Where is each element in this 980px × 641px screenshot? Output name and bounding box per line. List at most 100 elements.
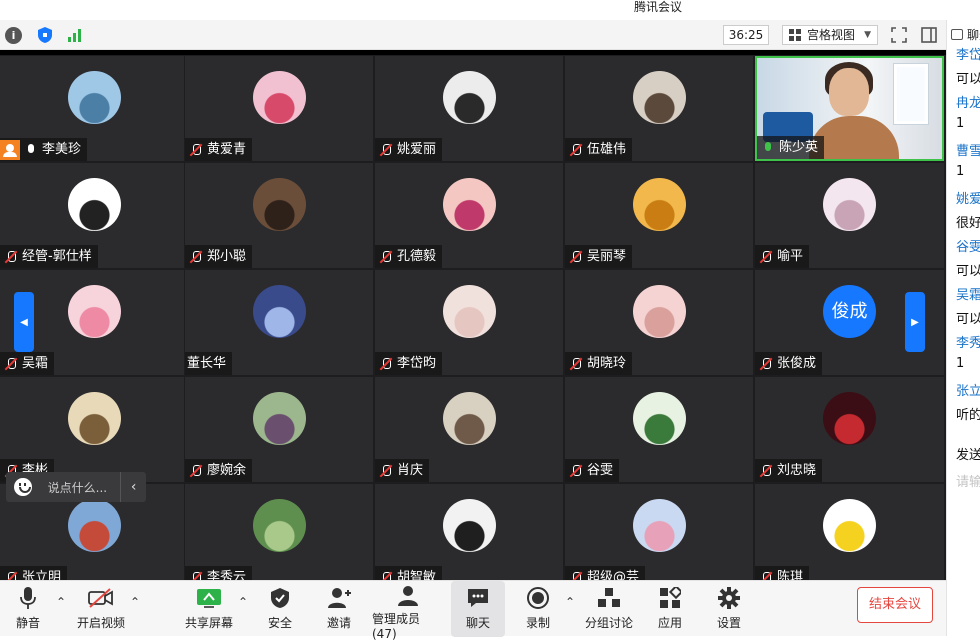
- share-screen-button[interactable]: 共享屏幕: [184, 581, 234, 637]
- participant-tile[interactable]: 黄爱青: [185, 56, 373, 161]
- record-button[interactable]: 录制: [522, 581, 554, 637]
- chat-bubble-icon: [465, 585, 491, 611]
- avatar: [633, 392, 686, 445]
- participant-tile[interactable]: 喻平: [755, 163, 944, 268]
- chevron-up-icon[interactable]: ⌃: [238, 595, 248, 609]
- avatar: [68, 392, 121, 445]
- mute-button[interactable]: 静音: [6, 581, 50, 637]
- breakout-label: 分组讨论: [584, 616, 633, 630]
- manage-members-label: 管理成员(47): [372, 612, 421, 641]
- participant-nameplate: 李秀云: [185, 566, 253, 580]
- chat-message: 1: [956, 356, 965, 371]
- apps-button[interactable]: 应用: [654, 581, 686, 637]
- settings-button[interactable]: 设置: [713, 581, 745, 637]
- mic-muted-icon: [4, 571, 18, 580]
- participant-tile[interactable]: 廖婉余: [185, 377, 373, 482]
- mic-muted-icon: [569, 250, 583, 264]
- microphone-icon: [15, 585, 41, 611]
- avatar: [253, 285, 306, 338]
- start-video-label: 开启视频: [76, 616, 125, 630]
- security-button[interactable]: 安全: [264, 581, 296, 637]
- chevron-up-icon[interactable]: ⌃: [130, 595, 140, 609]
- participant-tile[interactable]: 姚爱丽: [375, 56, 563, 161]
- manage-members-button[interactable]: 管理成员(47): [372, 581, 444, 641]
- participant-tile[interactable]: 李岱昀: [375, 270, 563, 375]
- participant-nameplate: 吴丽琴: [565, 245, 633, 268]
- security-label: 安全: [267, 616, 292, 630]
- participant-tile[interactable]: 胡晓玲: [565, 270, 753, 375]
- video-grid: 李美珍 黄爱青 姚爱丽 伍雄伟 陈少英经管-郭仕样 郑小聪 孔德毅 吴丽琴 喻平吴霜 董长华 李岱昀…: [0, 50, 946, 580]
- participant-nameplate: 张立明: [0, 566, 68, 580]
- participant-name: 肖庆: [397, 463, 424, 478]
- info-icon[interactable]: i: [5, 27, 22, 44]
- participant-nameplate: 超级@芸: [565, 566, 646, 580]
- participant-nameplate: 郑小聪: [185, 245, 253, 268]
- chevron-up-icon[interactable]: ⌃: [56, 595, 66, 609]
- chat-quick-input[interactable]: 说点什么...: [48, 479, 111, 496]
- chat-input-placeholder[interactable]: 请输: [956, 471, 980, 490]
- participant-nameplate: 谷雯: [565, 459, 620, 482]
- next-page-button[interactable]: ▶: [905, 292, 925, 352]
- chat-button[interactable]: 聊天: [451, 581, 505, 637]
- security-shield-icon: [267, 585, 293, 611]
- participant-tile[interactable]: 孔德毅: [375, 163, 563, 268]
- shield-icon[interactable]: [36, 26, 54, 44]
- add-user-icon: [326, 585, 352, 611]
- chevron-down-icon: ▼: [864, 30, 871, 40]
- floating-chat-bar[interactable]: 说点什么... ‹: [6, 472, 146, 502]
- mic-muted-icon: [759, 571, 773, 580]
- participant-tile[interactable]: 李彬: [0, 377, 184, 482]
- invite-button[interactable]: 邀请: [322, 581, 356, 637]
- sidebar-toggle-icon[interactable]: [920, 26, 938, 44]
- participant-nameplate: 吴霜: [0, 352, 55, 375]
- avatar: [443, 285, 496, 338]
- mic-muted-icon: [759, 464, 773, 478]
- avatar: [823, 392, 876, 445]
- view-mode-label: 宫格视图: [807, 28, 856, 42]
- view-mode-dropdown[interactable]: 宫格视图 ▼: [782, 25, 878, 45]
- start-video-button[interactable]: 开启视频: [74, 581, 128, 637]
- participant-tile[interactable]: 郑小聪: [185, 163, 373, 268]
- participant-tile[interactable]: 陈少英: [755, 56, 944, 161]
- mic-muted-icon: [379, 464, 393, 478]
- participant-nameplate: 李美珍: [0, 138, 88, 161]
- emoji-icon[interactable]: [14, 478, 32, 496]
- end-meeting-button[interactable]: 结束会议: [857, 587, 933, 623]
- fullscreen-icon[interactable]: [890, 26, 908, 44]
- chat-message: 1: [956, 116, 965, 131]
- chevron-left-icon[interactable]: ‹: [120, 472, 146, 502]
- previous-page-button[interactable]: ◀: [14, 292, 34, 352]
- participant-tile[interactable]: 伍雄伟: [565, 56, 753, 161]
- participant-tile[interactable]: 肖庆: [375, 377, 563, 482]
- participant-tile[interactable]: 胡智敏: [375, 484, 563, 580]
- participant-name: 李美珍: [42, 142, 82, 157]
- participant-tile[interactable]: 超级@芸: [565, 484, 753, 580]
- participant-nameplate: 肖庆: [375, 459, 430, 482]
- chat-sender: 冉龙: [956, 96, 980, 111]
- avatar: [253, 392, 306, 445]
- chevron-up-icon[interactable]: ⌃: [565, 595, 575, 609]
- participant-tile[interactable]: 陈琪: [755, 484, 944, 580]
- participant-nameplate: 喻平: [755, 245, 810, 268]
- participant-name: 董长华: [187, 356, 227, 371]
- participant-tile[interactable]: 董长华: [185, 270, 373, 375]
- participant-tile[interactable]: 谷雯: [565, 377, 753, 482]
- chat-message: 很好: [956, 216, 980, 231]
- participant-tile[interactable]: 李美珍: [0, 56, 184, 161]
- mic-muted-icon: [4, 250, 18, 264]
- participant-name: 超级@芸: [587, 570, 640, 580]
- participant-nameplate: 刘忠晓: [755, 459, 823, 482]
- mic-muted-icon: [379, 357, 393, 371]
- participant-nameplate: 孔德毅: [375, 245, 443, 268]
- signal-icon[interactable]: [66, 26, 84, 44]
- participant-tile[interactable]: 李秀云: [185, 484, 373, 580]
- meeting-timer: 36:25: [723, 25, 769, 45]
- participant-tile[interactable]: 吴丽琴: [565, 163, 753, 268]
- settings-label: 设置: [716, 616, 741, 630]
- participant-tile[interactable]: 经管-郭仕样: [0, 163, 184, 268]
- avatar: [633, 178, 686, 231]
- participant-tile[interactable]: 刘忠晓: [755, 377, 944, 482]
- breakout-rooms-button[interactable]: 分组讨论: [584, 581, 634, 637]
- participant-name: 胡智敏: [397, 570, 437, 580]
- participant-name: 经管-郭仕样: [22, 249, 92, 264]
